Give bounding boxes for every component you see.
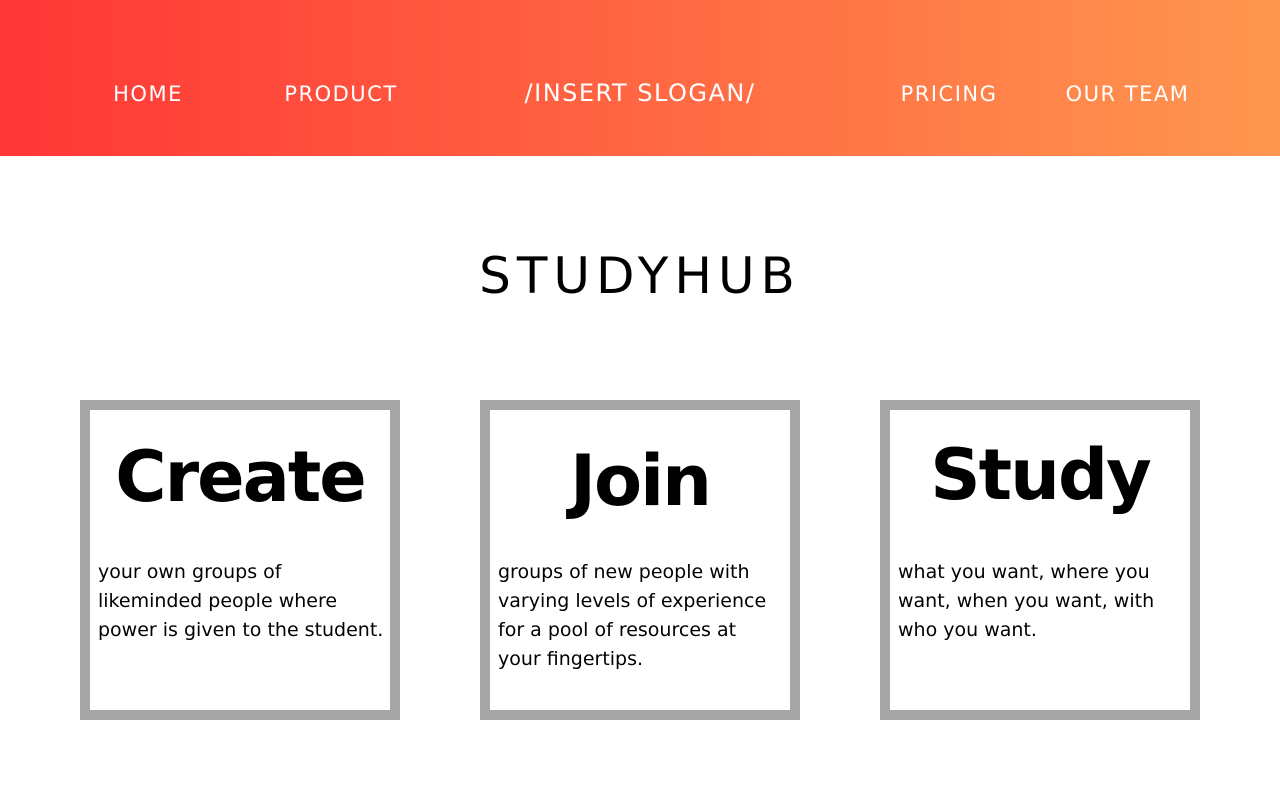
header-banner: HOME PRODUCT /INSERT SLOGAN/ PRICING OUR… <box>0 0 1280 156</box>
card-heading: Create <box>115 436 367 518</box>
nav-pricing-link[interactable]: PRICING <box>878 80 1020 108</box>
card-heading: Study <box>930 434 1151 516</box>
card-heading: Join <box>570 440 712 522</box>
slogan-text: /INSERT SLOGAN/ <box>524 79 756 107</box>
card-description: your own groups of likeminded people whe… <box>98 561 384 641</box>
feature-card-join: Join groups of new people with varying l… <box>480 400 800 720</box>
nav-product-link[interactable]: PRODUCT <box>255 80 427 108</box>
feature-card-study: Study what you want, where you want, whe… <box>880 400 1200 720</box>
nav-home-link[interactable]: HOME <box>88 80 208 108</box>
card-description: what you want, where you want, when you … <box>898 561 1155 641</box>
brand-title: STUDYHUB <box>479 247 801 305</box>
card-description: groups of new people with varying levels… <box>498 561 767 670</box>
feature-card-create: Create your own groups of likeminded peo… <box>80 400 400 720</box>
nav-our-team-link[interactable]: OUR TEAM <box>1040 80 1215 108</box>
